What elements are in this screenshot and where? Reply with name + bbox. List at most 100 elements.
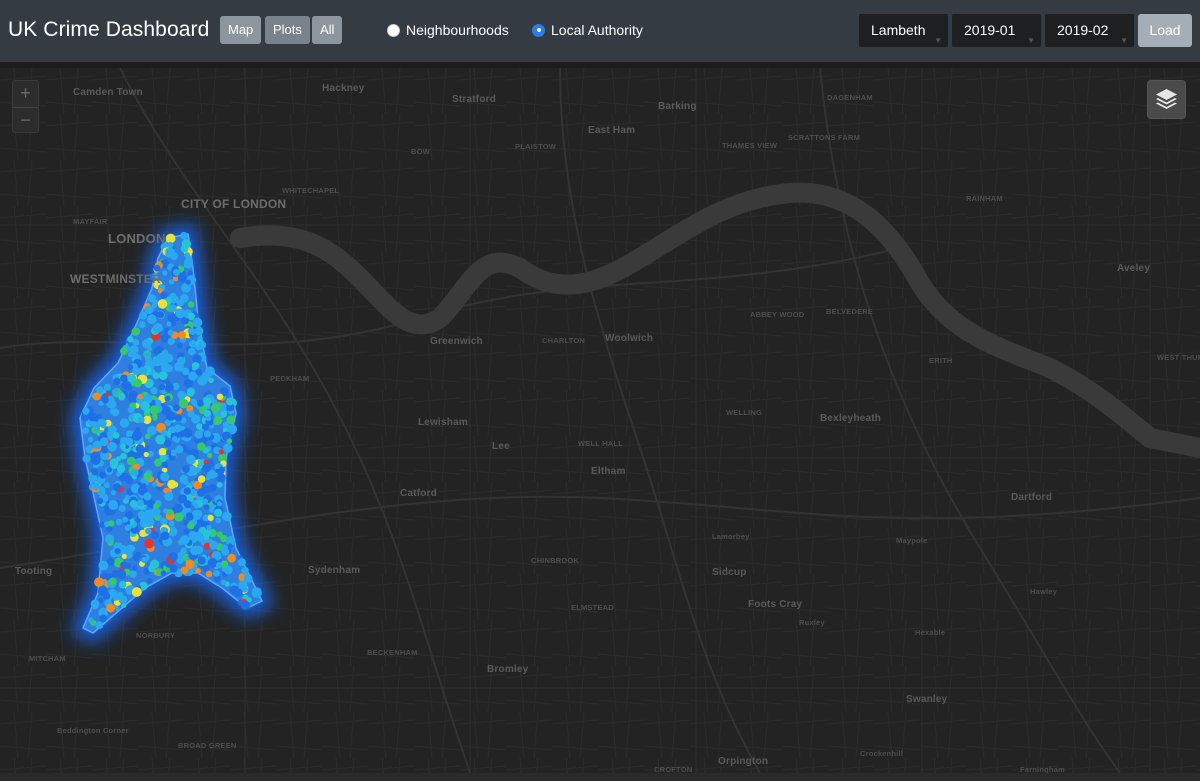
crime-point[interactable] <box>105 536 112 543</box>
crime-point[interactable] <box>158 448 167 456</box>
crime-point[interactable] <box>193 503 200 509</box>
crime-point[interactable] <box>186 454 196 465</box>
crime-point[interactable] <box>209 540 218 550</box>
crime-point[interactable] <box>138 321 146 329</box>
start-month-select[interactable]: 2019-01 ▼ <box>952 14 1041 47</box>
crime-point[interactable] <box>107 441 118 452</box>
crime-point[interactable] <box>108 520 115 527</box>
crime-point[interactable] <box>166 450 172 455</box>
crime-point[interactable] <box>91 468 99 476</box>
crime-point[interactable] <box>132 554 140 562</box>
crime-point[interactable] <box>115 518 123 526</box>
crime-point[interactable] <box>177 343 183 349</box>
crime-point[interactable] <box>204 504 210 511</box>
crime-point[interactable] <box>113 483 121 491</box>
crime-point[interactable] <box>240 600 250 610</box>
crime-point[interactable] <box>96 497 104 505</box>
crime-point[interactable] <box>166 508 174 516</box>
crime-point[interactable] <box>195 326 204 336</box>
crime-point[interactable] <box>187 513 194 521</box>
crime-point[interactable] <box>120 374 128 383</box>
crime-point[interactable] <box>186 389 195 397</box>
crime-point[interactable] <box>122 516 129 523</box>
crime-point[interactable] <box>120 443 126 449</box>
crime-point[interactable] <box>113 594 120 601</box>
crime-point[interactable] <box>117 464 126 473</box>
crime-point[interactable] <box>195 531 203 539</box>
crime-point[interactable] <box>192 317 203 328</box>
crime-point[interactable] <box>180 566 189 575</box>
crime-point[interactable] <box>149 405 160 415</box>
crime-point[interactable] <box>144 351 150 358</box>
crime-point[interactable] <box>227 543 233 549</box>
crime-point[interactable] <box>206 524 212 531</box>
crime-point[interactable] <box>131 587 142 597</box>
crime-point[interactable] <box>125 562 132 569</box>
crime-point[interactable] <box>127 406 135 414</box>
crime-point[interactable] <box>150 387 158 395</box>
crime-point[interactable] <box>160 291 168 299</box>
crime-point[interactable] <box>162 270 168 276</box>
crime-point[interactable] <box>173 503 183 513</box>
crime-point[interactable] <box>183 487 192 495</box>
crime-point[interactable] <box>124 494 130 501</box>
crime-point[interactable] <box>165 385 172 393</box>
crime-point[interactable] <box>192 354 202 364</box>
crime-point[interactable] <box>146 314 157 325</box>
crime-point[interactable] <box>144 538 154 549</box>
crime-point[interactable] <box>88 436 94 443</box>
crime-point[interactable] <box>213 570 220 577</box>
crime-point[interactable] <box>185 448 192 454</box>
crime-point[interactable] <box>152 415 158 421</box>
crime-point[interactable] <box>110 490 116 496</box>
crime-point[interactable] <box>167 241 174 248</box>
crime-point[interactable] <box>173 404 180 412</box>
crime-point[interactable] <box>82 454 91 463</box>
crime-point[interactable] <box>205 475 211 481</box>
crime-point[interactable] <box>180 294 189 303</box>
crime-point[interactable] <box>207 514 214 521</box>
crime-point[interactable] <box>161 362 171 373</box>
crime-point[interactable] <box>147 294 156 303</box>
crime-point[interactable] <box>178 331 186 339</box>
crime-point[interactable] <box>180 535 190 545</box>
crime-point[interactable] <box>131 565 138 571</box>
map-view-button[interactable]: Map <box>220 16 262 44</box>
crime-point[interactable] <box>120 347 128 356</box>
crime-point[interactable] <box>139 366 148 375</box>
crime-point[interactable] <box>153 347 161 355</box>
crime-point[interactable] <box>213 402 222 411</box>
crime-point[interactable] <box>147 346 152 352</box>
crime-map[interactable]: Camden Town Hackney Stratford Barking DA… <box>0 68 1200 773</box>
plots-view-button[interactable]: Plots <box>265 16 310 44</box>
crime-point[interactable] <box>195 369 203 376</box>
crime-point[interactable] <box>148 564 156 573</box>
crime-point[interactable] <box>205 415 212 422</box>
crime-point[interactable] <box>251 588 262 599</box>
crime-point[interactable] <box>121 381 130 390</box>
crime-point[interactable] <box>191 414 201 424</box>
all-view-button[interactable]: All <box>312 16 343 44</box>
crime-point[interactable] <box>157 299 168 309</box>
crime-point[interactable] <box>152 481 158 487</box>
crime-point[interactable] <box>98 418 105 425</box>
crime-point[interactable] <box>143 492 152 501</box>
crime-point[interactable] <box>168 304 177 313</box>
crime-point[interactable] <box>162 461 169 469</box>
crime-point[interactable] <box>226 397 234 406</box>
load-button[interactable]: Load <box>1138 14 1192 47</box>
crime-point[interactable] <box>196 423 203 430</box>
crime-point[interactable] <box>197 399 204 407</box>
crime-point[interactable] <box>181 367 190 376</box>
crime-point[interactable] <box>103 383 111 391</box>
crime-point[interactable] <box>104 482 110 489</box>
crime-point[interactable] <box>137 393 143 400</box>
crime-point[interactable] <box>167 329 174 336</box>
crime-point[interactable] <box>112 388 119 395</box>
crime-point[interactable] <box>120 452 127 460</box>
layers-button[interactable] <box>1147 80 1186 119</box>
crime-point[interactable] <box>154 458 162 467</box>
crime-point[interactable] <box>127 373 137 383</box>
crime-point[interactable] <box>217 501 222 507</box>
crime-point[interactable] <box>243 574 253 583</box>
